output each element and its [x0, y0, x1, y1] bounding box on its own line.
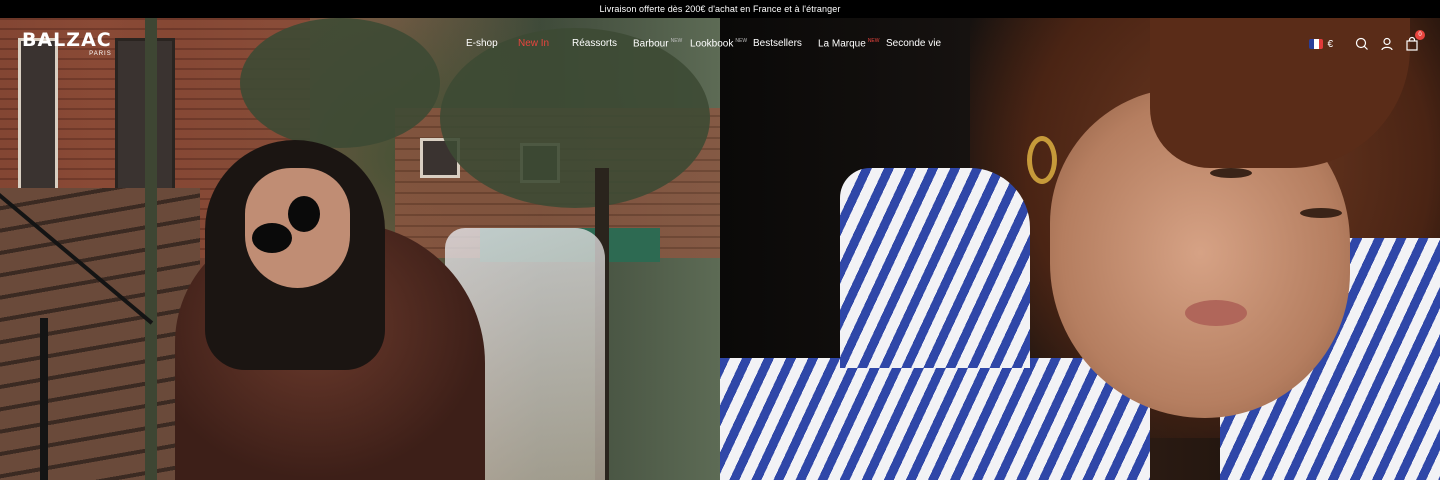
- nav-item-seconde-vie[interactable]: Seconde vie: [886, 38, 941, 49]
- nav-item-barbour[interactable]: Barbour NEW: [633, 38, 682, 49]
- search-icon[interactable]: [1354, 36, 1370, 52]
- striped-shirt-body: [720, 358, 1150, 480]
- announcement-text: Livraison offerte dès 200€ d'achat en Fr…: [599, 4, 841, 14]
- hero-banner[interactable]: [0, 18, 1440, 480]
- new-badge: NEW: [867, 38, 880, 44]
- nav-label: La Marque: [818, 38, 866, 50]
- model-lips: [1185, 300, 1247, 326]
- gold-earring: [1027, 136, 1057, 184]
- nav-label: Seconde vie: [886, 38, 942, 49]
- model-eye: [1210, 168, 1252, 178]
- nav-item-lookbook[interactable]: Lookbook NEW: [690, 38, 747, 49]
- nav-item-bestsellers[interactable]: Bestsellers: [753, 38, 802, 49]
- hero-image-left[interactable]: [0, 18, 720, 480]
- striped-collar-left: [840, 168, 1030, 368]
- sunglasses-right-lens: [288, 196, 320, 232]
- nav-label: Barbour: [633, 38, 669, 50]
- brand-name: BALZAC: [22, 29, 112, 51]
- nav-item-new-in[interactable]: New In: [518, 38, 549, 49]
- announcement-bar: Livraison offerte dès 200€ d'achat en Fr…: [0, 0, 1440, 18]
- nav-label: Réassorts: [572, 38, 618, 49]
- nav-label: Lookbook: [690, 38, 734, 50]
- currency-selector[interactable]: €: [1327, 39, 1333, 50]
- header-tools: € 0: [1309, 30, 1425, 52]
- stairs-decor: [0, 188, 200, 480]
- new-badge: NEW: [735, 38, 748, 44]
- brand-city: PARIS: [89, 51, 112, 57]
- nav-label: New In: [518, 38, 550, 49]
- sunglasses-left-lens: [252, 223, 292, 253]
- railing-post-decor: [40, 318, 48, 480]
- france-flag-icon[interactable]: [1309, 39, 1324, 49]
- hero-image-right[interactable]: [720, 18, 1440, 480]
- pole-decor: [145, 18, 157, 480]
- shopping-bag-icon[interactable]: 0: [1404, 30, 1425, 52]
- site-header: BALZAC PARIS E-shop New In Réassorts Bar…: [0, 18, 1440, 72]
- nav-item-la-marque[interactable]: La Marque NEW: [818, 38, 879, 49]
- new-badge: NEW: [670, 38, 683, 44]
- model-eye: [1300, 208, 1342, 218]
- cart-count-badge: 0: [1415, 30, 1425, 40]
- nav-label: Bestsellers: [753, 38, 802, 49]
- brand-logo[interactable]: BALZAC PARIS: [22, 30, 112, 57]
- nav-label: E-shop: [466, 38, 498, 49]
- nav-item-eshop[interactable]: E-shop: [466, 38, 498, 49]
- nav-item-reassorts[interactable]: Réassorts: [572, 38, 617, 49]
- user-icon[interactable]: [1379, 36, 1395, 52]
